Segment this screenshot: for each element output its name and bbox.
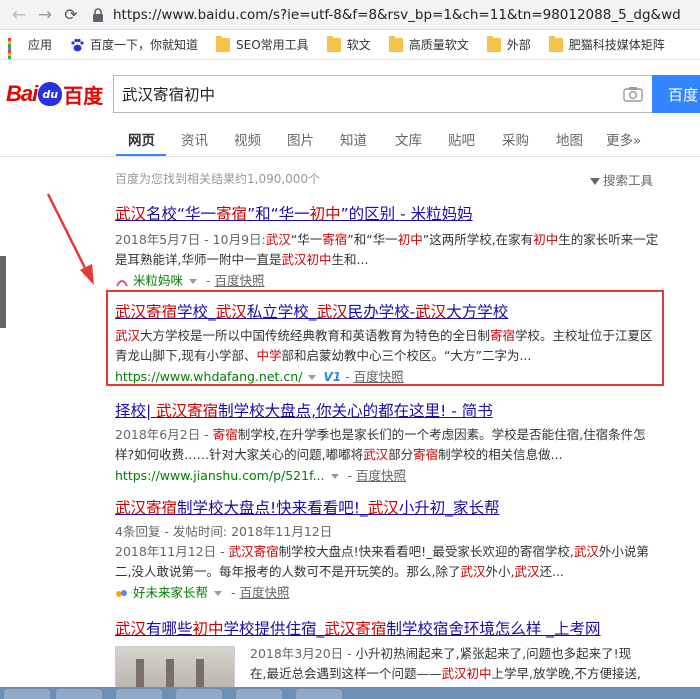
- jiazhangbang-icon: [115, 587, 129, 599]
- annotation-arrow-icon: [46, 193, 94, 285]
- result-title-link[interactable]: 择校| 武汉寄宿制学校大盘点,你关心的都在这里! - 简书: [115, 401, 660, 421]
- active-tab-indicator: [116, 154, 166, 156]
- folder-icon: [486, 35, 501, 52]
- result-abstract: 2018年6月2日 - 寄宿制学校,在升学季也是家长们的一个考虑因素。学校是否能…: [115, 427, 646, 462]
- folder-icon: [388, 35, 403, 52]
- bookmark-label: 软文: [346, 38, 371, 52]
- folder-icon: [326, 35, 341, 52]
- tab-map[interactable]: 地图: [556, 129, 583, 149]
- result-meta: https://www.whdafang.net.cn/ V1 - 百度快照: [115, 368, 404, 386]
- search-button[interactable]: 百度: [652, 75, 700, 113]
- url-field[interactable]: https://www.baidu.com/s?ie=utf-8&f=8&rsv…: [92, 2, 700, 28]
- dropdown-caret-icon[interactable]: [330, 473, 339, 479]
- result-site[interactable]: 米粒妈咪: [133, 272, 183, 290]
- tab-caigou[interactable]: 采购: [502, 129, 529, 149]
- camera-icon[interactable]: [623, 86, 643, 102]
- taskbar-app-icon[interactable]: [56, 689, 102, 699]
- tab-tieba[interactable]: 贴吧: [448, 129, 475, 149]
- bookmark-folder-feimao[interactable]: 肥猫科技媒体矩阵: [548, 35, 665, 53]
- tab-more[interactable]: 更多»: [606, 129, 641, 149]
- bookmarks-bar: 应用 百度一下，你就知道 SEO常用工具 软文 高质量软文 外部 肥猫科技媒体矩…: [0, 30, 700, 60]
- bookmark-apps[interactable]: 应用: [8, 36, 53, 59]
- arrow-right-icon: →: [37, 4, 53, 25]
- result-meta: 好未来家长帮 - 百度快照: [115, 584, 660, 602]
- bookmark-label: 百度一下，你就知道: [90, 38, 199, 52]
- search-tools-button[interactable]: 搜索工具: [590, 170, 653, 189]
- back-button[interactable]: ←: [6, 2, 32, 28]
- folder-icon: [548, 35, 563, 52]
- bookmark-folder-quality[interactable]: 高质量软文: [388, 35, 469, 53]
- search-tools-label: 搜索工具: [603, 173, 654, 188]
- result-title-link[interactable]: 武汉有哪些初中学校提供住宿_武汉寄宿制学校宿舍环境怎么样 _上考网: [115, 619, 660, 639]
- taskbar-app-icon[interactable]: [116, 689, 162, 699]
- bookmark-label: SEO常用工具: [236, 38, 309, 52]
- taskbar-app-icon[interactable]: [176, 689, 222, 699]
- forward-button[interactable]: →: [32, 2, 58, 28]
- search-result: 武汉有哪些初中学校提供住宿_武汉寄宿制学校宿舍环境怎么样 _上考网: [115, 619, 660, 639]
- bookmark-label: 外部: [506, 38, 531, 52]
- result-title-link[interactable]: 武汉寄宿制学校大盘点!快来看看吧!_武汉小升初_家长帮: [115, 498, 660, 518]
- search-result: 择校| 武汉寄宿制学校大盘点,你关心的都在这里! - 简书 2018年6月2日 …: [115, 401, 660, 485]
- cache-link[interactable]: 百度快照: [354, 368, 404, 386]
- result-site[interactable]: 好未来家长帮: [133, 584, 208, 602]
- folder-icon: [216, 35, 231, 52]
- tab-zhidao[interactable]: 知道: [340, 129, 367, 149]
- taskbar-app-icon[interactable]: [296, 689, 342, 699]
- cache-link[interactable]: 百度快照: [356, 467, 406, 485]
- result-count: 百度为您找到相关结果约1,090,000个: [115, 172, 321, 186]
- search-result-highlighted: 武汉寄宿学校_武汉私立学校_武汉民办学校-武汉大方学校 武汉大方学校是一所以中国…: [115, 302, 660, 386]
- bookmark-folder-ruanwen[interactable]: 软文: [326, 35, 371, 53]
- url-text: https://www.baidu.com/s?ie=utf-8&f=8&rsv…: [113, 6, 681, 23]
- result-title-link[interactable]: 武汉寄宿学校_武汉私立学校_武汉民办学校-武汉大方学校: [115, 302, 660, 322]
- tab-news[interactable]: 资讯: [181, 129, 208, 149]
- result-url[interactable]: https://www.jianshu.com/p/521f...: [115, 467, 325, 485]
- search-box: [113, 75, 653, 113]
- milimama-icon: [115, 275, 129, 287]
- search-tabs: 网页 资讯 视频 图片 知道 文库 贴吧 采购 地图 更多»: [0, 123, 700, 157]
- dropdown-caret-icon[interactable]: [214, 590, 223, 596]
- bookmark-baidu[interactable]: 百度一下，你就知道: [70, 36, 198, 53]
- logo-text-bai: Bai: [6, 81, 38, 106]
- search-result: 武汉寄宿制学校大盘点!快来看看吧!_武汉小升初_家长帮 4条回复 - 发帖时间:…: [115, 498, 660, 602]
- dropdown-caret-icon[interactable]: [308, 374, 317, 380]
- browser-address-bar: ← → ⟳ https://www.baidu.com/s?ie=utf-8&f…: [0, 0, 700, 30]
- result-abstract: 4条回复 - 发帖时间: 2018年11月12日 2018年11月12日 - 武汉…: [115, 524, 649, 579]
- reload-icon: ⟳: [64, 5, 78, 24]
- search-input[interactable]: [114, 77, 604, 111]
- result-url[interactable]: https://www.whdafang.net.cn/: [115, 368, 302, 386]
- result-abstract: 2018年5月7日 - 10月9日:武汉“华一寄宿”和“华一初中”这两所学校,在…: [115, 232, 659, 267]
- filter-icon: [590, 178, 600, 185]
- taskbar-start-icon[interactable]: [4, 689, 50, 699]
- result-meta: https://www.jianshu.com/p/521f... - 百度快照: [115, 467, 407, 485]
- tab-wenku[interactable]: 文库: [395, 129, 422, 149]
- tab-video[interactable]: 视频: [234, 129, 261, 149]
- baidu-header: Bai du 百度 百度: [0, 61, 700, 123]
- logo-text-baidu: 百度: [63, 83, 104, 108]
- reload-button[interactable]: ⟳: [58, 2, 84, 28]
- v1-badge-icon[interactable]: V1: [323, 368, 341, 386]
- search-result: 武汉名校“华一寄宿”和“华一初中”的区别 - 米粒妈妈 2018年5月7日 - …: [115, 204, 660, 290]
- baidu-logo[interactable]: Bai du 百度: [6, 76, 110, 112]
- cache-link[interactable]: 百度快照: [240, 584, 290, 602]
- logo-paw-icon: du: [38, 82, 63, 106]
- apps-icon: [8, 37, 22, 59]
- baidu-paw-icon: [70, 38, 84, 52]
- tab-images[interactable]: 图片: [287, 129, 314, 149]
- result-abstract: 武汉大方学校是一所以中国传统经典教育和英语教育为特色的全日制寄宿学校。主校址位于…: [115, 328, 653, 363]
- lock-icon: [92, 7, 106, 22]
- bookmark-label: 应用: [28, 38, 53, 52]
- page-side-handle[interactable]: [0, 256, 6, 328]
- os-taskbar: [0, 687, 700, 699]
- result-meta: 米粒妈咪 - 百度快照: [115, 272, 660, 290]
- bookmark-folder-seo[interactable]: SEO常用工具: [216, 35, 309, 53]
- dropdown-caret-icon[interactable]: [189, 278, 198, 284]
- bookmark-folder-external[interactable]: 外部: [486, 35, 531, 53]
- result-title-link[interactable]: 武汉名校“华一寄宿”和“华一初中”的区别 - 米粒妈妈: [115, 204, 660, 224]
- bookmark-label: 肥猫科技媒体矩阵: [568, 38, 665, 52]
- cache-link[interactable]: 百度快照: [215, 272, 265, 290]
- taskbar-app-icon[interactable]: [236, 689, 282, 699]
- bookmark-label: 高质量软文: [408, 38, 469, 52]
- tab-web[interactable]: 网页: [128, 129, 155, 149]
- arrow-left-icon: ←: [11, 4, 27, 25]
